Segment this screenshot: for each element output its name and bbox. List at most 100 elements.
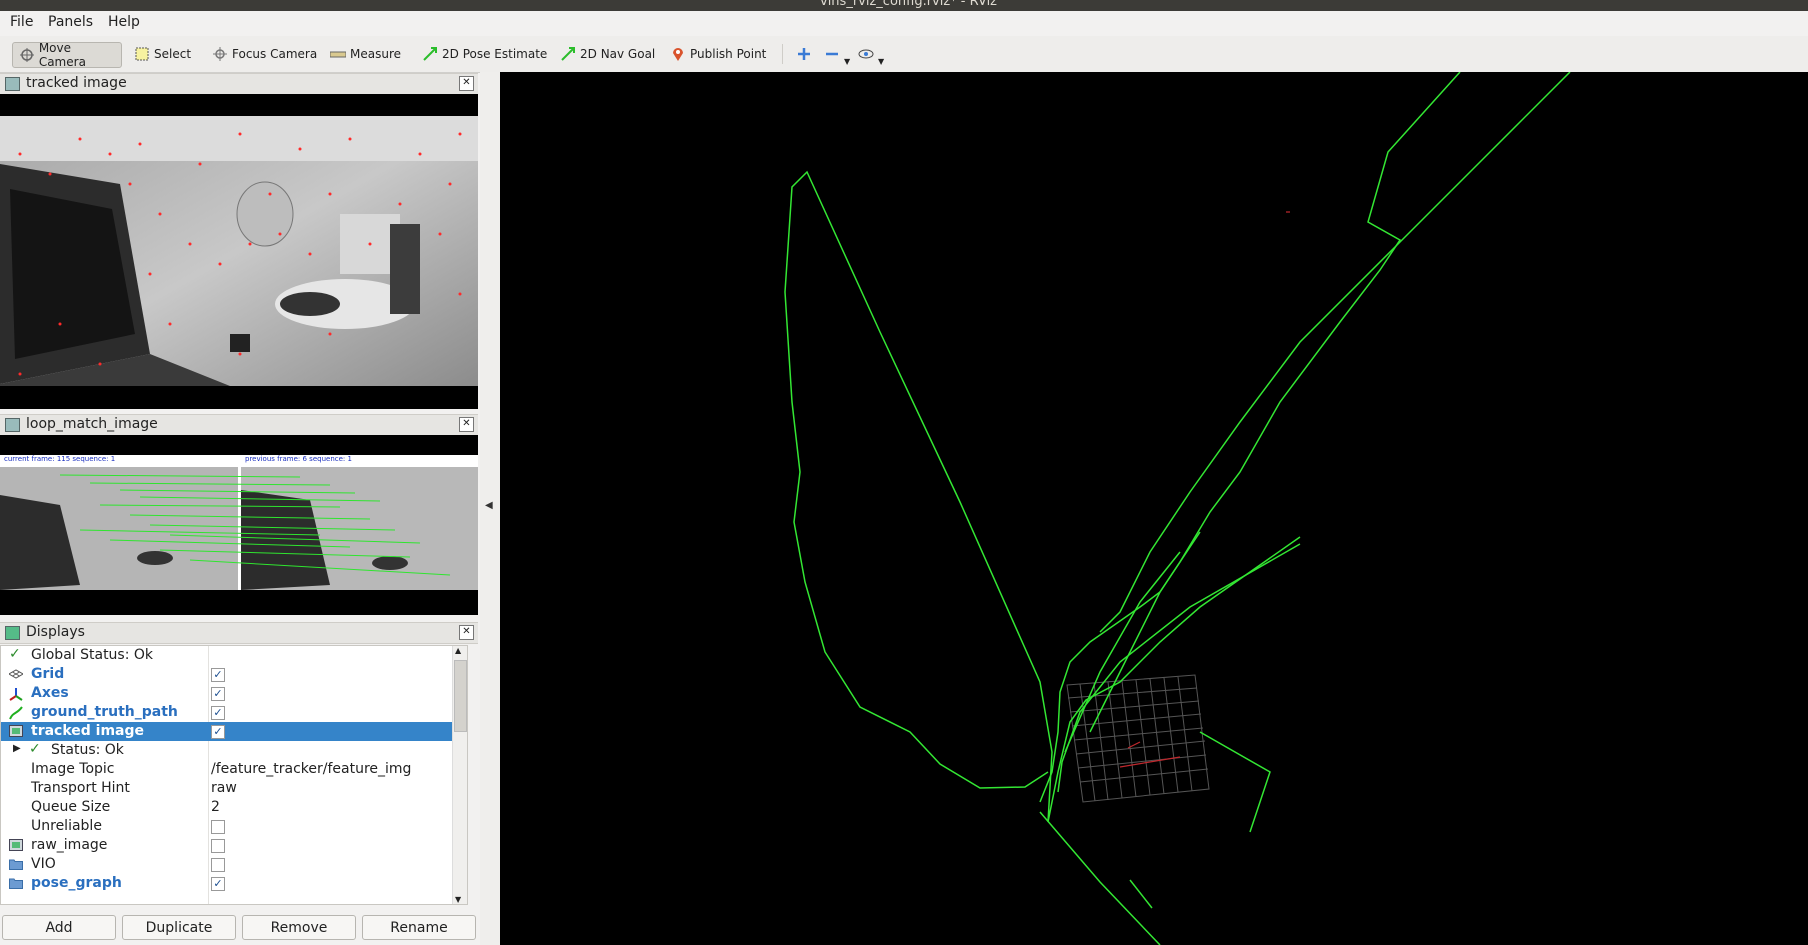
focus-camera-icon xyxy=(212,46,228,62)
tree-row-ground-truth-path[interactable]: ground_truth_path ✓ xyxy=(1,703,465,722)
scroll-up-icon[interactable]: ▲ xyxy=(455,646,461,655)
select-button[interactable]: Select xyxy=(128,42,191,66)
ground-truth-path xyxy=(784,72,1571,945)
window-title: vins_rviz_config.rviz* - RViz xyxy=(820,0,997,9)
transport-hint-value[interactable]: raw xyxy=(211,780,237,796)
axes-markers xyxy=(1119,211,1290,768)
move-camera-button[interactable]: Move Camera xyxy=(12,41,122,69)
measure-button[interactable]: Measure xyxy=(324,42,401,66)
scroll-down-icon[interactable]: ▼ xyxy=(455,895,461,904)
pose-estimate-arrow-icon xyxy=(422,46,438,62)
pose-graph-checkbox[interactable]: ✓ xyxy=(211,877,225,891)
tree-row-grid[interactable]: Grid ✓ xyxy=(1,665,465,684)
view-toggle-button[interactable]: ▼ xyxy=(852,42,884,66)
rename-button[interactable]: Rename xyxy=(362,915,476,940)
tree-row-pose-graph[interactable]: pose_graph ✓ xyxy=(1,874,465,893)
add-tool-button[interactable] xyxy=(790,42,816,66)
loop-previous-caption: previous frame: 6 sequence: 1 xyxy=(245,455,352,463)
publish-point-label: Publish Point xyxy=(690,47,767,61)
image-topic-label: Image Topic xyxy=(31,761,115,777)
focus-camera-label: Focus Camera xyxy=(232,47,318,61)
axes-icon xyxy=(9,687,23,701)
menu-file[interactable]: File xyxy=(10,14,33,30)
image-topic-value[interactable]: /feature_tracker/feature_img xyxy=(211,761,411,777)
loop-current-caption: current frame: 115 sequence: 1 xyxy=(4,455,115,463)
select-label: Select xyxy=(154,47,192,61)
publish-point-button[interactable]: Publish Point xyxy=(664,42,766,66)
nav-goal-label: 2D Nav Goal xyxy=(580,47,656,61)
pose-estimate-button[interactable]: 2D Pose Estimate xyxy=(416,42,547,66)
nav-goal-arrow-icon xyxy=(560,46,576,62)
close-icon[interactable]: ✕ xyxy=(459,76,474,91)
scrollbar-thumb[interactable] xyxy=(454,660,467,732)
check-icon: ✓ xyxy=(9,646,21,662)
view-dropdown-icon: ▼ xyxy=(878,56,885,66)
tree-row-queue-size[interactable]: Queue Size 2 xyxy=(1,798,465,817)
displays-panel-title: Displays xyxy=(26,624,85,640)
ground-truth-label: ground_truth_path xyxy=(31,704,178,720)
folder-icon xyxy=(9,858,23,871)
pose-graph-label: pose_graph xyxy=(31,875,122,891)
duplicate-button[interactable]: Duplicate xyxy=(122,915,236,940)
tree-row-image-topic[interactable]: Image Topic /feature_tracker/feature_img xyxy=(1,760,465,779)
menu-help[interactable]: Help xyxy=(108,14,140,30)
close-icon[interactable]: ✕ xyxy=(459,417,474,432)
tracked-image-frame xyxy=(0,116,478,386)
tree-row-status[interactable]: ▶ ✓ Status: Ok xyxy=(1,741,465,760)
nav-goal-button[interactable]: 2D Nav Goal xyxy=(554,42,655,66)
loop-match-panel-header: loop_match_image ✕ xyxy=(0,414,478,436)
tree-row-transport-hint[interactable]: Transport Hint raw xyxy=(1,779,465,798)
map-pin-icon xyxy=(670,46,686,62)
loop-match-view: current frame: 115 sequence: 1 previous … xyxy=(0,435,478,615)
transport-hint-label: Transport Hint xyxy=(31,780,130,796)
ruler-icon xyxy=(330,46,346,62)
loop-match-panel-title: loop_match_image xyxy=(26,416,158,432)
grid-icon xyxy=(7,668,25,681)
minus-icon xyxy=(824,46,840,62)
image-icon xyxy=(9,725,23,738)
status-label: Status: Ok xyxy=(51,742,124,758)
close-icon[interactable]: ✕ xyxy=(459,625,474,640)
ground-truth-checkbox[interactable]: ✓ xyxy=(211,706,225,720)
move-camera-icon xyxy=(19,47,35,63)
image-icon xyxy=(9,839,23,852)
collapse-arrow-icon[interactable]: ◀ xyxy=(485,500,493,511)
grid-checkbox[interactable]: ✓ xyxy=(211,668,225,682)
tracked-image-view xyxy=(0,94,478,409)
plus-icon xyxy=(796,46,812,62)
window-titlebar: vins_rviz_config.rviz* - RViz xyxy=(0,0,1808,11)
remove-button[interactable]: Remove xyxy=(242,915,356,940)
axes-checkbox[interactable]: ✓ xyxy=(211,687,225,701)
tree-row-vio[interactable]: VIO xyxy=(1,855,465,874)
queue-size-value[interactable]: 2 xyxy=(211,799,220,815)
folder-icon xyxy=(9,877,23,890)
raw-image-label: raw_image xyxy=(31,837,108,853)
tree-row-axes[interactable]: Axes ✓ xyxy=(1,684,465,703)
expand-arrow-icon[interactable]: ▶ xyxy=(13,743,27,756)
menu-panels[interactable]: Panels xyxy=(48,14,93,30)
tree-row-raw-image[interactable]: raw_image xyxy=(1,836,465,855)
focus-camera-button[interactable]: Focus Camera xyxy=(206,42,317,66)
tracked-image-panel-title: tracked image xyxy=(26,75,127,91)
render-3d-view[interactable] xyxy=(500,72,1808,945)
tree-row-global-status[interactable]: ✓ Global Status: Ok xyxy=(1,646,465,665)
trajectory-scene xyxy=(784,72,1571,945)
move-camera-label: Move Camera xyxy=(38,41,86,69)
ground-grid xyxy=(1066,674,1210,803)
tree-row-unreliable[interactable]: Unreliable xyxy=(1,817,465,836)
pose-estimate-label: 2D Pose Estimate xyxy=(442,47,548,61)
add-button[interactable]: Add xyxy=(2,915,116,940)
raw-image-checkbox[interactable] xyxy=(211,839,225,853)
tracked-image-panel-header: tracked image ✕ xyxy=(0,73,478,95)
tree-row-tracked-image[interactable]: tracked image ✓ xyxy=(1,722,465,741)
panel-splitter[interactable]: ◀ xyxy=(480,72,500,945)
displays-panel-header: Displays ✕ xyxy=(0,622,478,644)
vio-checkbox[interactable] xyxy=(211,858,225,872)
unreliable-checkbox[interactable] xyxy=(211,820,225,834)
tree-scrollbar[interactable]: ▲ ▼ xyxy=(452,646,467,904)
displays-tree[interactable]: ✓ Global Status: Ok Grid ✓ Axes ✓ ground… xyxy=(0,645,468,905)
tracked-image-checkbox[interactable]: ✓ xyxy=(211,725,225,739)
axes-label: Axes xyxy=(31,685,69,701)
remove-tool-button[interactable]: ▼ xyxy=(818,42,850,66)
unreliable-label: Unreliable xyxy=(31,818,102,834)
